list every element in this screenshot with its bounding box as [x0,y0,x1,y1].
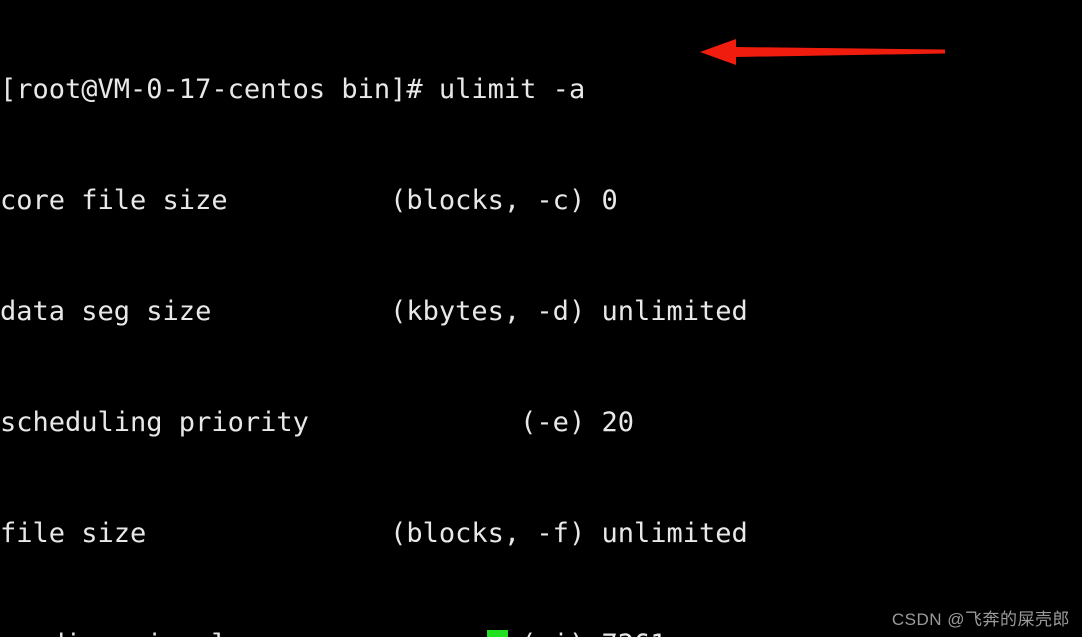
ulimit-row: data seg size (kbytes, -d) unlimited [0,296,748,327]
terminal-cursor [487,630,508,637]
csdn-watermark: CSDN @飞奔的屎壳郎 [891,610,1070,629]
terminal-output: [root@VM-0-17-centos bin]# ulimit -a cor… [0,0,1082,637]
ulimit-row: core file size (blocks, -c) 0 [0,185,618,216]
ulimit-row: file size (blocks, -f) unlimited [0,518,748,549]
terminal-window[interactable]: [root@VM-0-17-centos bin]# ulimit -a cor… [0,0,1082,637]
shell-prompt-line: [root@VM-0-17-centos bin]# ulimit -a [0,74,586,105]
ulimit-row: scheduling priority (-e) 20 [0,407,634,438]
